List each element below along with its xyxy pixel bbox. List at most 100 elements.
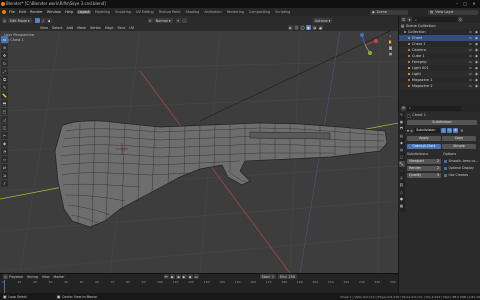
overlay-icon[interactable]: ◐ <box>287 25 293 30</box>
tab-layout[interactable]: Layout <box>77 10 91 14</box>
end-frame-field[interactable]: End 250 <box>278 274 297 279</box>
object-tab-icon[interactable]: ▢ <box>399 154 405 160</box>
edge-slide-tool-icon[interactable]: ⇄ <box>1 164 8 171</box>
viewport-menu-uv[interactable]: UV <box>129 26 134 30</box>
timeline-menu-marker[interactable]: Marker <box>54 275 65 279</box>
next-key-icon[interactable]: ◆ <box>187 274 193 279</box>
physics-tab-icon[interactable]: ◎ <box>399 175 405 181</box>
material-tab-icon[interactable]: ● <box>399 196 405 202</box>
quality-field[interactable]: Quality 3 <box>407 172 441 178</box>
play-reverse-icon[interactable]: ◀ <box>175 274 181 279</box>
spin-tool-icon[interactable]: ◔ <box>1 148 8 155</box>
zoom-icon[interactable]: ⌕ <box>388 33 393 38</box>
measure-tool-icon[interactable]: 📏 <box>1 92 8 99</box>
world-tab-icon[interactable]: ◍ <box>399 147 405 153</box>
tab-animation[interactable]: Animation <box>203 10 222 14</box>
edge-select-icon[interactable]: / <box>40 18 46 23</box>
render-visibility-icon[interactable]: ▭ <box>469 84 472 88</box>
minimize-button[interactable]: – <box>454 1 460 6</box>
tab-shading[interactable]: Shading <box>185 10 201 14</box>
close-button[interactable]: ✕ <box>471 1 477 6</box>
outliner-item[interactable]: Magazine 2 ▭ ◉ <box>399 83 480 89</box>
cursor-tool-icon[interactable]: ⊕ <box>1 44 8 51</box>
viewport-menu-vertex[interactable]: Vertex <box>90 26 101 30</box>
bevel-tool-icon[interactable]: ◿ <box>1 116 8 123</box>
menu-file[interactable]: File <box>9 10 15 14</box>
render-visibility-icon[interactable]: ▭ <box>469 48 472 52</box>
tab-rendering[interactable]: Rendering <box>226 10 245 14</box>
texture-tab-icon[interactable]: ▩ <box>399 203 405 209</box>
view-layer-selector[interactable]: ▤ View Layer <box>428 9 478 15</box>
tab-uv-editing[interactable]: UV Editing <box>135 10 155 14</box>
tab-modeling[interactable]: Modeling <box>94 10 111 14</box>
render-visibility-icon[interactable]: ▭ <box>469 72 472 76</box>
render-tab-icon[interactable]: ▣ <box>399 119 405 125</box>
material-shading-icon[interactable]: ◑ <box>311 25 317 30</box>
visibility-eye-icon[interactable]: ◉ <box>475 42 478 46</box>
menu-render[interactable]: Render <box>30 10 43 14</box>
tab-texture-paint[interactable]: Texture Paint <box>158 10 182 14</box>
copy-button[interactable]: Copy <box>442 135 476 141</box>
timeline-menu-keying[interactable]: Keying <box>27 275 38 279</box>
options-dropdown[interactable]: Options ▾ <box>312 18 333 23</box>
jump-start-icon[interactable]: ⏮ <box>163 274 169 279</box>
outliner-editor-icon[interactable]: ☰ <box>401 17 406 22</box>
catmull-clark-button[interactable]: Catmull-Clark <box>407 143 441 149</box>
wireframe-shading-icon[interactable]: ◯ <box>299 25 305 30</box>
tab-scripting[interactable]: Scripting <box>274 10 291 14</box>
jump-end-icon[interactable]: ⏭ <box>193 274 199 279</box>
scene-selector[interactable]: ◆ Scene <box>370 9 408 15</box>
visibility-eye-icon[interactable]: ◉ <box>475 66 478 70</box>
modifier-name-field[interactable]: Subdivision <box>414 127 441 133</box>
orientation-dropdown[interactable]: Normal ▾ <box>153 18 173 23</box>
rendered-shading-icon[interactable]: ◕ <box>317 25 323 30</box>
apply-button[interactable]: Apply <box>407 135 441 141</box>
shrink-tool-icon[interactable]: ⇲ <box>1 172 8 179</box>
timeline-editor-icon[interactable]: ◷ <box>3 274 8 279</box>
simple-button[interactable]: Simple <box>442 143 476 149</box>
optimal-display-checkbox[interactable] <box>444 166 447 170</box>
shear-tool-icon[interactable]: ⫽ <box>1 180 8 187</box>
visibility-eye-icon[interactable]: ◉ <box>475 54 478 58</box>
constraints-tab-icon[interactable]: ⛓ <box>399 182 405 188</box>
modifier-tab-icon[interactable]: 🔧 <box>398 161 405 167</box>
menu-window[interactable]: Window <box>47 10 61 14</box>
editor-type-icon[interactable]: ◎ <box>2 18 7 23</box>
use-creases-checkbox[interactable] <box>444 173 447 177</box>
transform-tool-icon[interactable]: ⧉ <box>1 76 8 83</box>
properties-editor-icon[interactable]: ⚙ <box>401 105 406 111</box>
current-frame-marker[interactable] <box>4 280 5 293</box>
proportional-edit-icon[interactable]: ◌ <box>181 18 187 23</box>
viewport-menu-add[interactable]: Add <box>67 26 74 30</box>
select-box-tool-icon[interactable]: ▭ <box>1 36 8 43</box>
scale-tool-icon[interactable]: ⤢ <box>1 68 8 75</box>
visibility-eye-icon[interactable]: ◉ <box>475 36 478 40</box>
viewport-levels-field[interactable]: Viewport 2 <box>407 158 441 164</box>
mode-dropdown[interactable]: Edit Mode ▾ <box>8 18 32 23</box>
render-visibility-icon[interactable]: ▭ <box>469 42 472 46</box>
render-visibility-icon[interactable]: ▭ <box>469 78 472 82</box>
filter-icon[interactable]: ⚲ <box>458 17 463 22</box>
tab-compositing[interactable]: Compositing <box>248 10 271 14</box>
visibility-eye-icon[interactable]: ◉ <box>475 72 478 76</box>
visibility-eye-icon[interactable]: ◉ <box>475 60 478 64</box>
blender-menu-icon[interactable] <box>2 10 6 14</box>
render-toggle-icon[interactable]: ◉ <box>453 127 459 133</box>
vertex-select-icon[interactable]: · <box>34 18 40 23</box>
visibility-eye-icon[interactable]: ◉ <box>475 84 478 88</box>
extrude-tool-icon[interactable]: ⬒ <box>1 100 8 107</box>
inset-tool-icon[interactable]: ◰ <box>1 108 8 115</box>
snap-icon[interactable]: ⌖ <box>175 18 181 23</box>
annotate-tool-icon[interactable]: ✎ <box>1 84 8 91</box>
pan-icon[interactable]: ✋ <box>388 39 393 44</box>
timeline-menu-playback[interactable]: Playback <box>9 275 23 279</box>
modifier-close-icon[interactable]: ✕ <box>460 128 463 133</box>
particles-tab-icon[interactable]: ∴ <box>399 168 405 174</box>
visibility-eye-icon[interactable]: ◉ <box>475 48 478 52</box>
poly-build-tool-icon[interactable]: ◆ <box>1 140 8 147</box>
timeline-menu-view[interactable]: View <box>42 275 50 279</box>
transform-pivot-icon[interactable]: ⊙ <box>147 18 153 23</box>
view-layer-tab-icon[interactable]: ▤ <box>399 133 405 139</box>
render-visibility-icon[interactable]: ▭ <box>469 66 472 70</box>
menu-help[interactable]: Help <box>65 10 73 14</box>
